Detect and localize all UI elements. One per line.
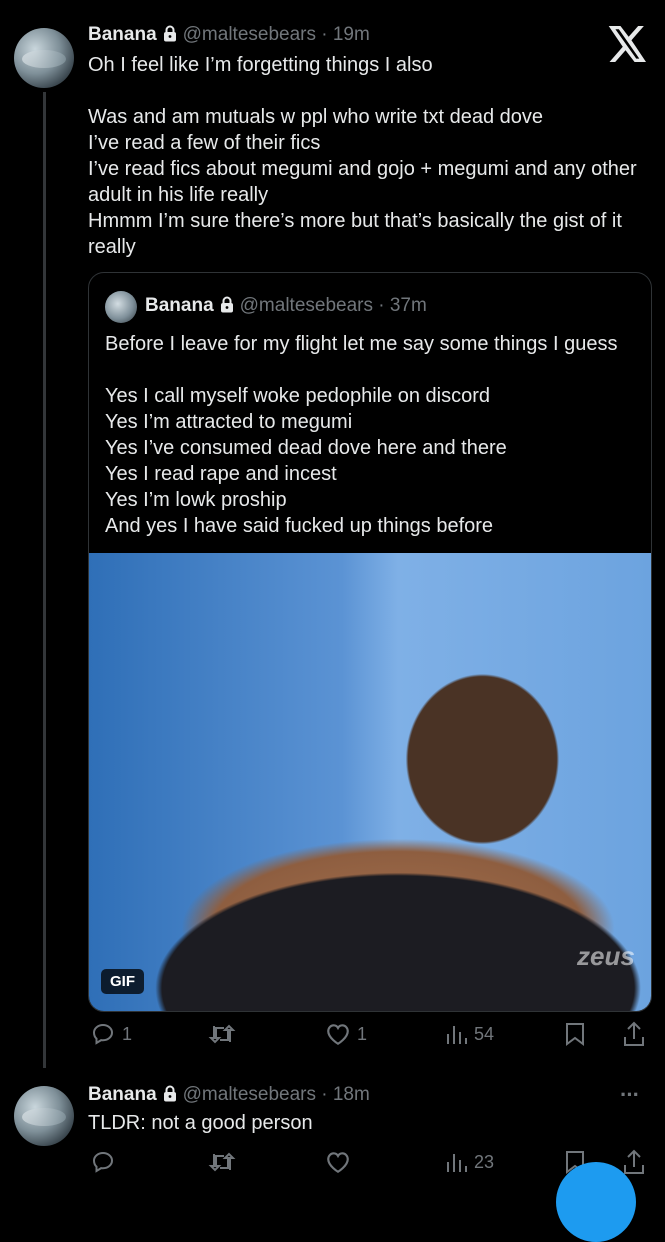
bookmark-button[interactable] (564, 1022, 586, 1046)
lock-icon (220, 296, 234, 318)
like-button[interactable]: 1 (325, 1022, 367, 1046)
share-icon (622, 1149, 646, 1175)
quoted-author-name: Banana (145, 295, 214, 316)
more-options-button[interactable]: ··· (620, 1082, 640, 1108)
views-count: 23 (474, 1151, 495, 1172)
share-icon (622, 1021, 646, 1047)
like-icon (325, 1022, 351, 1046)
reply-button[interactable]: 1 (90, 1022, 132, 1046)
retweet-button[interactable] (208, 1150, 236, 1174)
avatar[interactable] (14, 28, 74, 88)
lock-icon (163, 1085, 177, 1107)
views-icon (444, 1022, 468, 1046)
gif-media[interactable]: zeus GIF (89, 553, 651, 1011)
bookmark-icon (564, 1022, 586, 1046)
like-icon (325, 1150, 351, 1174)
watermark: zeus (577, 941, 635, 971)
thread-line (43, 92, 46, 1068)
retweet-icon (208, 1150, 236, 1174)
tweet-text: TLDR: not a good person (88, 1112, 313, 1134)
like-button[interactable] (325, 1150, 351, 1174)
like-count: 1 (357, 1023, 368, 1044)
compose-button[interactable] (556, 1162, 636, 1242)
quoted-header: Banana @maltesebears · 37m (145, 295, 427, 318)
reply-icon (90, 1022, 116, 1046)
quoted-text: Before I leave for my flight let me say … (105, 333, 618, 537)
author-handle[interactable]: @maltesebears · 18m (183, 1084, 370, 1105)
lock-icon (163, 25, 177, 47)
reply-button[interactable] (90, 1150, 116, 1174)
views-button[interactable]: 23 (444, 1150, 494, 1174)
author-name[interactable]: Banana (88, 1084, 157, 1105)
gif-badge: GIF (101, 969, 144, 994)
share-button[interactable] (622, 1021, 646, 1047)
views-count: 54 (474, 1023, 495, 1044)
quoted-tweet[interactable]: Banana @maltesebears · 37m Before I leave… (88, 272, 652, 1012)
tweet-text: Oh I feel like I’m forgetting things I a… (88, 54, 637, 258)
retweet-icon (208, 1022, 236, 1046)
views-icon (444, 1150, 468, 1174)
reply-count: 1 (122, 1023, 133, 1044)
tweet-header: Banana @maltesebears · 18m (88, 1084, 370, 1107)
author-handle[interactable]: @maltesebears · 19m (183, 24, 370, 45)
views-button[interactable]: 54 (444, 1022, 494, 1046)
tweet-header: Banana @maltesebears · 19m (88, 24, 370, 47)
avatar[interactable] (14, 1086, 74, 1146)
reply-icon (90, 1150, 116, 1174)
retweet-button[interactable] (208, 1022, 236, 1046)
author-name[interactable]: Banana (88, 24, 157, 45)
share-button[interactable] (622, 1149, 646, 1175)
quoted-avatar (105, 291, 137, 323)
quoted-author-handle: @maltesebears · 37m (239, 295, 427, 316)
